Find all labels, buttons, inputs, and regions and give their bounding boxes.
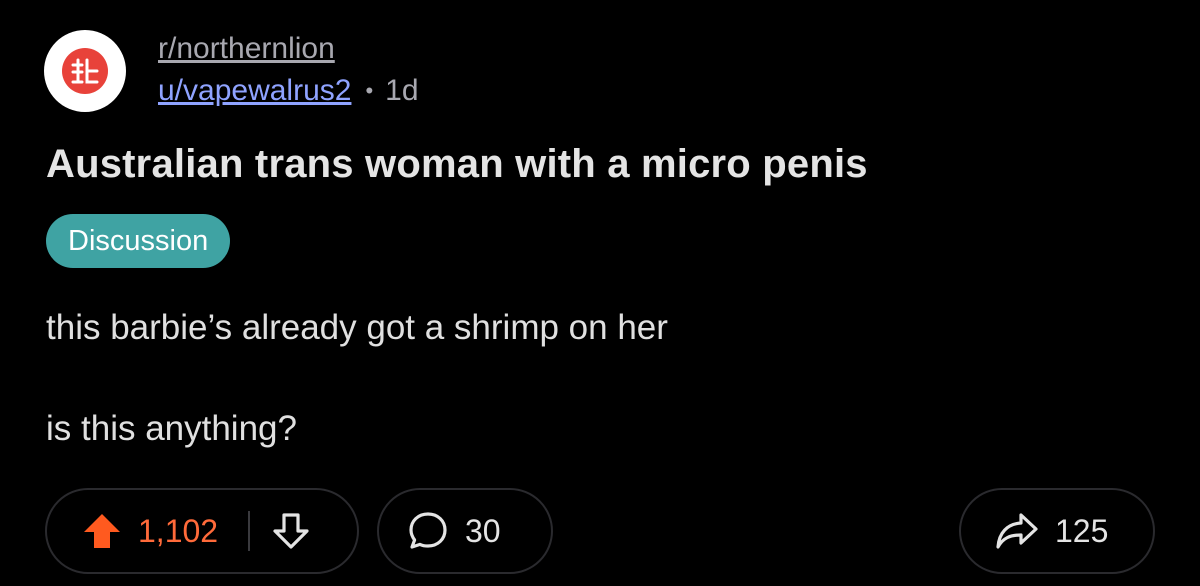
- share-button[interactable]: 125: [959, 488, 1155, 574]
- northernlion-logo-icon: [62, 48, 108, 94]
- share-count: 125: [1055, 512, 1109, 549]
- post-card[interactable]: r/northernlion u/vapewalrus2 • 1d Austra…: [0, 0, 1200, 586]
- post-age: 1d: [385, 74, 419, 107]
- post-body-line: this barbie’s already got a shrimp on he…: [46, 308, 668, 347]
- author-line: u/vapewalrus2 • 1d: [158, 73, 419, 109]
- subreddit-avatar[interactable]: [44, 30, 126, 112]
- comment-bubble-icon: [407, 510, 449, 552]
- share-arrow-icon: [995, 511, 1039, 551]
- subreddit-link[interactable]: r/northernlion: [158, 31, 419, 67]
- upvote-count: 1,102: [138, 512, 219, 549]
- vote-divider: [248, 511, 251, 551]
- comments-button[interactable]: 30: [377, 488, 553, 574]
- comment-count: 30: [465, 512, 501, 549]
- vote-bar: 1,102: [45, 488, 359, 574]
- post-title[interactable]: Australian trans woman with a micro peni…: [46, 138, 868, 190]
- meta-separator: •: [365, 78, 374, 103]
- upvote-arrow-icon[interactable]: [82, 512, 122, 550]
- post-header: r/northernlion u/vapewalrus2 • 1d: [44, 30, 419, 112]
- author-link[interactable]: u/vapewalrus2: [158, 73, 351, 109]
- downvote-arrow-icon[interactable]: [272, 512, 310, 550]
- post-body-line: is this anything?: [46, 409, 297, 448]
- post-meta: r/northernlion u/vapewalrus2 • 1d: [158, 31, 419, 109]
- flair-badge[interactable]: Discussion: [46, 214, 231, 268]
